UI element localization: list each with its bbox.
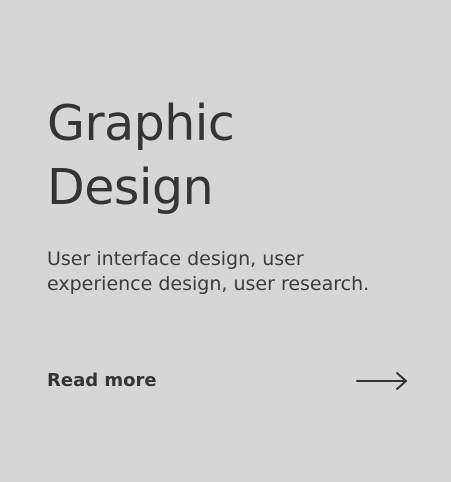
card-description-line-2: experience design, user research. bbox=[47, 273, 370, 295]
card-description: User interface design, user experience d… bbox=[47, 247, 417, 297]
service-card: Graphic Design User interface design, us… bbox=[0, 0, 451, 482]
card-title-line-2: Design bbox=[47, 159, 214, 216]
card-title: Graphic Design bbox=[47, 92, 407, 220]
arrow-right-icon[interactable] bbox=[356, 370, 408, 392]
card-title-line-1: Graphic bbox=[47, 95, 235, 152]
read-more-link[interactable]: Read more bbox=[47, 369, 157, 393]
card-description-line-1: User interface design, user bbox=[47, 248, 304, 270]
